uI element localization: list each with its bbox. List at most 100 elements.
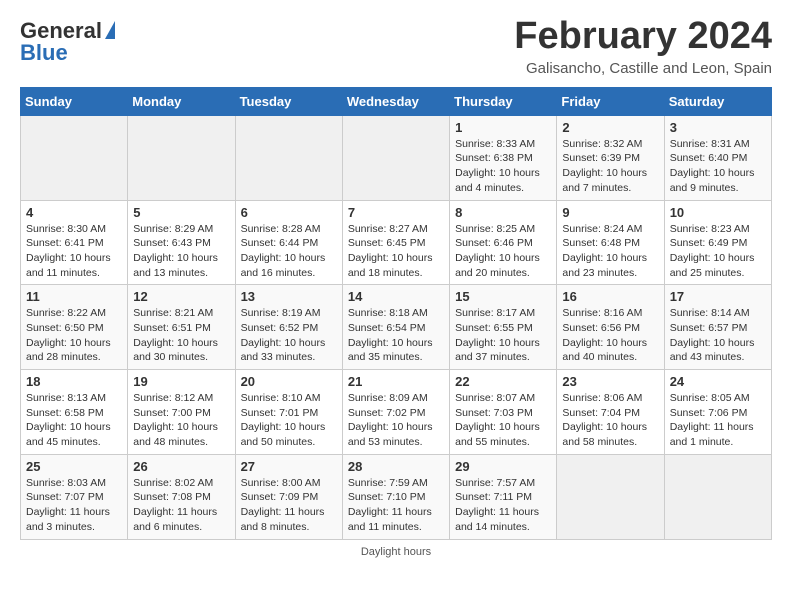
day-cell: 2 Sunrise: 8:32 AM Sunset: 6:39 PM Daylig… (557, 115, 664, 200)
day-cell: 8 Sunrise: 8:25 AM Sunset: 6:46 PM Daylig… (450, 200, 557, 285)
day-number: 19 (133, 374, 229, 389)
day-info: Sunrise: 8:25 AM Sunset: 6:46 PM Dayligh… (455, 222, 551, 281)
day-info: Sunrise: 8:23 AM Sunset: 6:49 PM Dayligh… (670, 222, 766, 281)
day-info: Sunrise: 8:30 AM Sunset: 6:41 PM Dayligh… (26, 222, 122, 281)
calendar-header: SundayMondayTuesdayWednesdayThursdayFrid… (21, 87, 772, 115)
logo-general-text: General (20, 20, 102, 42)
day-info: Sunrise: 8:12 AM Sunset: 7:00 PM Dayligh… (133, 391, 229, 450)
day-number: 16 (562, 289, 658, 304)
logo: General Blue (20, 20, 115, 64)
day-cell: 14 Sunrise: 8:18 AM Sunset: 6:54 PM Dayli… (342, 285, 449, 370)
day-number: 27 (241, 459, 337, 474)
day-cell: 27 Sunrise: 8:00 AM Sunset: 7:09 PM Dayli… (235, 454, 342, 539)
day-cell: 29Sunrise: 7:57 AM Sunset: 7:11 PM Dayli… (450, 454, 557, 539)
day-number: 21 (348, 374, 444, 389)
day-cell: 3Sunrise: 8:31 AM Sunset: 6:40 PM Daylig… (664, 115, 771, 200)
header-cell-wednesday: Wednesday (342, 87, 449, 115)
day-cell: 28Sunrise: 7:59 AM Sunset: 7:10 PM Dayli… (342, 454, 449, 539)
header-cell-thursday: Thursday (450, 87, 557, 115)
day-number: 14 (348, 289, 444, 304)
day-number: 5 (133, 205, 229, 220)
day-cell: 25Sunrise: 8:03 AM Sunset: 7:07 PM Dayli… (21, 454, 128, 539)
day-cell: 22Sunrise: 8:07 AM Sunset: 7:03 PM Dayli… (450, 370, 557, 455)
day-cell: 18Sunrise: 8:13 AM Sunset: 6:58 PM Dayli… (21, 370, 128, 455)
day-cell: 26 Sunrise: 8:02 AM Sunset: 7:08 PM Dayli… (128, 454, 235, 539)
header-cell-saturday: Saturday (664, 87, 771, 115)
day-info: Sunrise: 8:10 AM Sunset: 7:01 PM Dayligh… (241, 391, 337, 450)
day-cell: 5 Sunrise: 8:29 AM Sunset: 6:43 PM Daylig… (128, 200, 235, 285)
day-number: 26 (133, 459, 229, 474)
day-number: 25 (26, 459, 122, 474)
day-info: Sunrise: 8:14 AM Sunset: 6:57 PM Dayligh… (670, 306, 766, 365)
day-info: Sunrise: 8:00 AM Sunset: 7:09 PM Dayligh… (241, 476, 337, 535)
day-cell: 13 Sunrise: 8:19 AM Sunset: 6:52 PM Dayli… (235, 285, 342, 370)
day-info: Sunrise: 8:28 AM Sunset: 6:44 PM Dayligh… (241, 222, 337, 281)
day-info: Sunrise: 8:22 AM Sunset: 6:50 PM Dayligh… (26, 306, 122, 365)
day-number: 6 (241, 205, 337, 220)
day-number: 4 (26, 205, 122, 220)
day-number: 1 (455, 120, 551, 135)
day-cell: 21 Sunrise: 8:09 AM Sunset: 7:02 PM Dayli… (342, 370, 449, 455)
day-info: Sunrise: 8:32 AM Sunset: 6:39 PM Dayligh… (562, 137, 658, 196)
day-cell (664, 454, 771, 539)
day-number: 17 (670, 289, 766, 304)
day-info: Sunrise: 8:19 AM Sunset: 6:52 PM Dayligh… (241, 306, 337, 365)
week-row-2: 4 Sunrise: 8:30 AM Sunset: 6:41 PM Daylig… (21, 200, 772, 285)
day-number: 13 (241, 289, 337, 304)
week-row-5: 25Sunrise: 8:03 AM Sunset: 7:07 PM Dayli… (21, 454, 772, 539)
day-number: 24 (670, 374, 766, 389)
day-info: Sunrise: 8:09 AM Sunset: 7:02 PM Dayligh… (348, 391, 444, 450)
header-cell-friday: Friday (557, 87, 664, 115)
day-number: 3 (670, 120, 766, 135)
day-info: Sunrise: 8:24 AM Sunset: 6:48 PM Dayligh… (562, 222, 658, 281)
day-info: Sunrise: 8:33 AM Sunset: 6:38 PM Dayligh… (455, 137, 551, 196)
day-cell: 24 Sunrise: 8:05 AM Sunset: 7:06 PM Dayli… (664, 370, 771, 455)
day-cell: 7 Sunrise: 8:27 AM Sunset: 6:45 PM Daylig… (342, 200, 449, 285)
week-row-1: 1 Sunrise: 8:33 AM Sunset: 6:38 PM Daylig… (21, 115, 772, 200)
day-cell (235, 115, 342, 200)
header-row: SundayMondayTuesdayWednesdayThursdayFrid… (21, 87, 772, 115)
day-info: Sunrise: 8:21 AM Sunset: 6:51 PM Dayligh… (133, 306, 229, 365)
day-number: 10 (670, 205, 766, 220)
day-info: Sunrise: 8:18 AM Sunset: 6:54 PM Dayligh… (348, 306, 444, 365)
day-cell: 6 Sunrise: 8:28 AM Sunset: 6:44 PM Daylig… (235, 200, 342, 285)
footer: Daylight hours (20, 546, 772, 558)
day-info: Sunrise: 8:02 AM Sunset: 7:08 PM Dayligh… (133, 476, 229, 535)
day-info: Sunrise: 7:57 AM Sunset: 7:11 PM Dayligh… (455, 476, 551, 535)
day-number: 9 (562, 205, 658, 220)
calendar-body: 1 Sunrise: 8:33 AM Sunset: 6:38 PM Daylig… (21, 115, 772, 539)
day-number: 2 (562, 120, 658, 135)
day-cell (342, 115, 449, 200)
day-cell (128, 115, 235, 200)
calendar-table: SundayMondayTuesdayWednesdayThursdayFrid… (20, 87, 772, 540)
day-number: 7 (348, 205, 444, 220)
logo-blue-text: Blue (20, 42, 68, 64)
day-number: 8 (455, 205, 551, 220)
title-area: February 2024 Galisancho, Castille and L… (514, 16, 772, 77)
main-title: February 2024 (514, 16, 772, 58)
day-info: Sunrise: 8:29 AM Sunset: 6:43 PM Dayligh… (133, 222, 229, 281)
day-number: 28 (348, 459, 444, 474)
day-number: 12 (133, 289, 229, 304)
day-number: 15 (455, 289, 551, 304)
day-cell (557, 454, 664, 539)
subtitle: Galisancho, Castille and Leon, Spain (514, 60, 772, 77)
day-cell: 9 Sunrise: 8:24 AM Sunset: 6:48 PM Daylig… (557, 200, 664, 285)
day-info: Sunrise: 8:05 AM Sunset: 7:06 PM Dayligh… (670, 391, 766, 450)
header-cell-sunday: Sunday (21, 87, 128, 115)
day-number: 22 (455, 374, 551, 389)
day-cell: 4 Sunrise: 8:30 AM Sunset: 6:41 PM Daylig… (21, 200, 128, 285)
day-cell: 12 Sunrise: 8:21 AM Sunset: 6:51 PM Dayli… (128, 285, 235, 370)
day-cell: 23Sunrise: 8:06 AM Sunset: 7:04 PM Dayli… (557, 370, 664, 455)
day-cell: 11 Sunrise: 8:22 AM Sunset: 6:50 PM Dayli… (21, 285, 128, 370)
day-info: Sunrise: 8:27 AM Sunset: 6:45 PM Dayligh… (348, 222, 444, 281)
day-number: 11 (26, 289, 122, 304)
day-cell: 20Sunrise: 8:10 AM Sunset: 7:01 PM Dayli… (235, 370, 342, 455)
header-cell-tuesday: Tuesday (235, 87, 342, 115)
day-cell: 17 Sunrise: 8:14 AM Sunset: 6:57 PM Dayli… (664, 285, 771, 370)
day-cell: 15Sunrise: 8:17 AM Sunset: 6:55 PM Dayli… (450, 285, 557, 370)
day-number: 18 (26, 374, 122, 389)
week-row-3: 11 Sunrise: 8:22 AM Sunset: 6:50 PM Dayli… (21, 285, 772, 370)
logo-triangle-icon (105, 21, 115, 39)
day-cell: 10 Sunrise: 8:23 AM Sunset: 6:49 PM Dayli… (664, 200, 771, 285)
